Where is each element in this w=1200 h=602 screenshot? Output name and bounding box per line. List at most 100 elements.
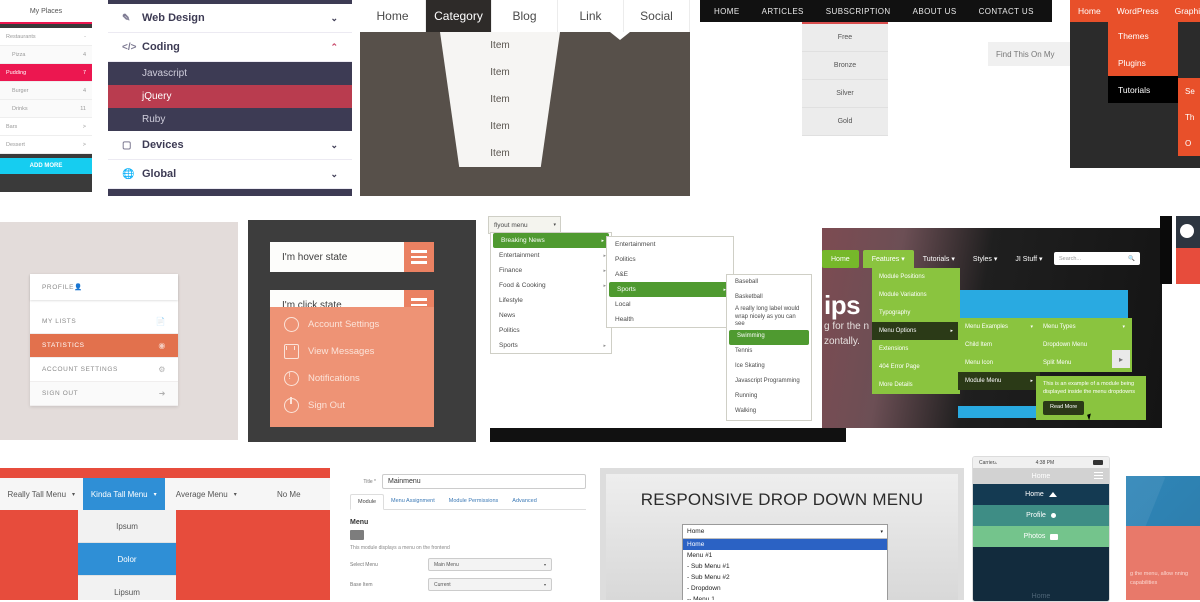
nav-item-social[interactable]: Social	[624, 0, 690, 32]
menu-item-more-details[interactable]: More Details	[872, 376, 960, 394]
menu-item-module-menu[interactable]: Module Menu ▸	[958, 372, 1040, 390]
flyout-item-entertainment[interactable]: Entertainment	[607, 237, 733, 252]
profile-header[interactable]: PROFILE 👤	[30, 274, 178, 300]
nav-item-average-menu[interactable]: Average Menu ▾	[165, 478, 248, 510]
phone-menu-item-profile[interactable]: Profile	[973, 505, 1109, 526]
dropdown-item-dolor[interactable]: Dolor	[78, 543, 176, 576]
title-input[interactable]: Mainmenu	[382, 474, 586, 489]
nav-item-really-tall-menu[interactable]: Really Tall Menu ▾	[0, 478, 83, 510]
list-item[interactable]: Drinks 11	[0, 100, 92, 118]
accordion-header-devices[interactable]: ▢ Devices ⌄	[108, 131, 352, 160]
accordion-header-coding[interactable]: </> Coding ⌃	[108, 33, 352, 62]
dropdown-item-tutorials[interactable]: Tutorials	[1108, 76, 1178, 103]
flyout-item-local[interactable]: Local	[607, 297, 733, 312]
nav-item-graphic[interactable]: Graphic	[1167, 6, 1200, 16]
list-item[interactable]: Dessert >	[0, 136, 92, 154]
nav-item-kinda-tall-menu[interactable]: Kinda Tall Menu ▾	[82, 478, 165, 510]
list-item[interactable]: Bars >	[0, 118, 92, 136]
select-option-menu-1[interactable]: Menu #1	[683, 550, 887, 561]
nav-item-blog[interactable]: Blog	[492, 0, 558, 32]
flyout-item-finance[interactable]: Finance ▸	[491, 263, 611, 278]
list-item-my-lists[interactable]: MY LISTS 📄	[30, 310, 178, 334]
accordion-header-global[interactable]: 🌐 Global ⌄	[108, 160, 352, 189]
select-option-dropdown[interactable]: - Dropdown	[683, 583, 887, 594]
flyout-item-news[interactable]: News	[491, 308, 611, 323]
flyout-item-baseball[interactable]: Baseball	[727, 275, 811, 290]
phone-menu-item-home[interactable]: Home	[973, 484, 1109, 505]
menu-item-menu-examples[interactable]: Menu Examples ▾	[958, 318, 1040, 336]
dropdown-item[interactable]: Item	[440, 59, 560, 86]
flyout-item-sports[interactable]: Sports ▸	[609, 282, 731, 297]
carousel-next-icon[interactable]: ▸	[1112, 350, 1130, 368]
select-option-menu-1-sub[interactable]: -- Menu 1	[683, 594, 887, 600]
dropdown-item[interactable]: Item	[440, 113, 560, 140]
flyout-item-swimming[interactable]: Swimming	[729, 329, 809, 345]
list-item[interactable]: Restaurants -	[0, 28, 92, 46]
nav-item-wordpress[interactable]: WordPress	[1109, 6, 1167, 16]
dropdown-item-themes[interactable]: Themes	[1108, 22, 1178, 49]
menu-item-module-positions[interactable]: Module Positions	[872, 268, 960, 286]
select-option-home[interactable]: Home	[683, 539, 887, 550]
list-item-active[interactable]: Pudding 7	[0, 64, 92, 82]
list-item-sign-out[interactable]: SIGN OUT ➜	[30, 382, 178, 406]
hover-state-bar[interactable]: I'm hover state	[270, 242, 434, 272]
menu-item-view-messages[interactable]: View Messages	[270, 338, 434, 365]
dropdown-item-free[interactable]: Free	[802, 24, 888, 52]
submenu-item[interactable]: Se	[1178, 78, 1200, 104]
menu-item-notifications[interactable]: Notifications	[270, 365, 434, 392]
menu-item-menu-types[interactable]: Menu Types ▾	[1036, 318, 1132, 336]
menu-item-menu-icon[interactable]: Menu Icon	[958, 354, 1040, 372]
dropdown-item-silver[interactable]: Silver	[802, 80, 888, 108]
select-current-value[interactable]: Home ▾	[683, 525, 887, 539]
read-more-button[interactable]: Read More	[1043, 400, 1085, 415]
nav-item-home[interactable]: Home	[1070, 6, 1109, 16]
menu-item-menu-options[interactable]: Menu Options ▸	[872, 322, 960, 340]
flyout-item-long-label[interactable]: A really long label would wrap nicely as…	[727, 305, 811, 330]
tab-advanced[interactable]: Advanced	[505, 494, 543, 509]
nav-item-tutorials[interactable]: Tutorials ▾	[914, 250, 964, 268]
nav-item-category[interactable]: Category	[426, 0, 492, 32]
nav-item-home[interactable]: Home	[822, 250, 859, 268]
list-item-statistics[interactable]: STATISTICS ◉	[30, 334, 178, 358]
flyout-item-entertainment[interactable]: Entertainment ▸	[491, 248, 611, 263]
select-option-sub-menu-1[interactable]: - Sub Menu #1	[683, 561, 887, 572]
flyout-item-basketball[interactable]: Basketball	[727, 290, 811, 305]
accordion-header-web-design[interactable]: ✎ Web Design ⌄	[108, 4, 352, 33]
accordion-child-active[interactable]: jQuery	[108, 85, 352, 108]
select-option-sub-menu-2[interactable]: - Sub Menu #2	[683, 572, 887, 583]
menu-item-404-error-page[interactable]: 404 Error Page	[872, 358, 960, 376]
select-menu-dropdown[interactable]: Main Menu ▾	[428, 558, 552, 571]
tab-menu-assignment[interactable]: Menu Assignment	[384, 494, 442, 509]
accordion-child[interactable]: Ruby	[108, 108, 352, 131]
flyout-item-lifestyle[interactable]: Lifestyle	[491, 293, 611, 308]
dropdown-item[interactable]: Item	[440, 140, 560, 167]
menu-item-child-item[interactable]: Child Item	[958, 336, 1040, 354]
flyout-item-politics[interactable]: Politics	[607, 252, 733, 267]
accordion-child[interactable]: Javascript	[108, 62, 352, 85]
nav-item-contact-us[interactable]: CONTACT US	[979, 7, 1034, 16]
menu-item-account-settings[interactable]: Account Settings	[270, 311, 434, 338]
nav-item-no-menu[interactable]: No Me	[247, 478, 330, 510]
nav-item-home[interactable]: Home	[360, 0, 426, 32]
dropdown-item-ipsum[interactable]: Ipsum	[78, 510, 176, 543]
submenu-item[interactable]: O	[1178, 130, 1200, 156]
base-item-dropdown[interactable]: Current ▾	[428, 578, 552, 591]
menu-item-typography[interactable]: Typography	[872, 304, 960, 322]
menu-item-sign-out[interactable]: Sign Out	[270, 392, 434, 419]
flyout-item-sports[interactable]: Sports ▸	[491, 338, 611, 353]
nav-item-about-us[interactable]: ABOUT US	[913, 7, 957, 16]
submenu-item[interactable]: Th	[1178, 104, 1200, 130]
flyout-item-ice-skating[interactable]: Ice Skating	[727, 360, 811, 375]
search-input[interactable]: Search... 🔍	[1054, 252, 1140, 265]
nav-item-ji-stuff[interactable]: JI Stuff ▾	[1006, 250, 1051, 268]
responsive-select[interactable]: Home ▾ Home Menu #1 - Sub Menu #1 - Sub M…	[682, 524, 888, 600]
hamburger-icon[interactable]	[404, 242, 434, 272]
flyout-item-walking[interactable]: Walking	[727, 405, 811, 420]
dropdown-item-gold[interactable]: Gold	[802, 108, 888, 136]
flyout-item-food-cooking[interactable]: Food & Cooking ▸	[491, 278, 611, 293]
flyout-item-running[interactable]: Running	[727, 390, 811, 405]
menu-item-module-variations[interactable]: Module Variations	[872, 286, 960, 304]
nav-item-features[interactable]: Features ▾	[862, 250, 914, 268]
dropdown-item-bronze[interactable]: Bronze	[802, 52, 888, 80]
hamburger-icon[interactable]	[1094, 472, 1103, 480]
